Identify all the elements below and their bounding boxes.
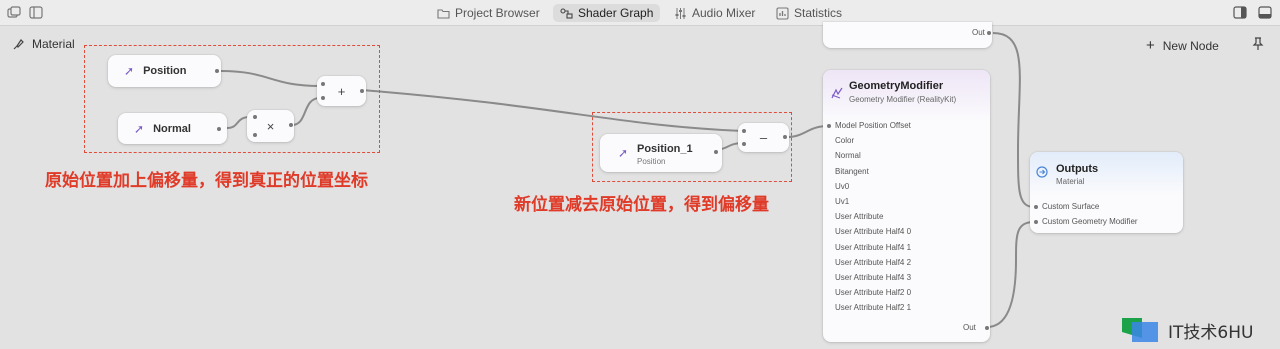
output-port[interactable] bbox=[360, 89, 364, 93]
multiply-node[interactable]: × bbox=[247, 110, 294, 142]
out-label: Out bbox=[972, 28, 985, 37]
output-arrow-icon bbox=[1036, 166, 1048, 178]
multiply-symbol: × bbox=[266, 118, 275, 134]
geometry-input-port-label: User Attribute Half4 3 bbox=[835, 273, 912, 282]
node-subtitle: Geometry Modifier (RealityKit) bbox=[849, 95, 957, 104]
out-label: Out bbox=[963, 323, 976, 332]
annotation-left-text: 原始位置加上偏移量，得到真正的位置坐标 bbox=[45, 171, 368, 191]
statistics-icon bbox=[776, 6, 789, 20]
input-port[interactable] bbox=[827, 124, 831, 128]
tab-label: Statistics bbox=[794, 6, 843, 20]
audio-mixer-icon bbox=[675, 7, 686, 19]
geometry-input-port-label: User Attribute bbox=[835, 212, 884, 222]
position-node[interactable]: ➚ Position bbox=[108, 55, 221, 87]
watermark-logo-icon bbox=[1122, 318, 1158, 342]
normal-node[interactable]: ➚ Normal bbox=[118, 113, 227, 144]
watermark-text: IT技术6HU bbox=[1168, 322, 1254, 343]
add-symbol: + bbox=[337, 83, 346, 99]
wire-geometry-outputs bbox=[986, 221, 1035, 328]
output-port[interactable] bbox=[215, 69, 219, 73]
wire-surface-outputs bbox=[992, 32, 1035, 208]
tab-label: Project Browser bbox=[455, 6, 540, 20]
arrow-icon: ➚ bbox=[134, 121, 145, 136]
geometry-input-port-label: Bitangent bbox=[835, 166, 869, 176]
breadcrumb[interactable]: Material bbox=[12, 37, 75, 51]
inspector-toggle-icon[interactable] bbox=[1233, 6, 1247, 19]
bottom-panel-toggle-icon[interactable] bbox=[1258, 6, 1272, 19]
output-port[interactable] bbox=[289, 123, 293, 127]
geometry-modifier-node[interactable]: GeometryModifier Geometry Modifier (Real… bbox=[823, 70, 990, 342]
material-label: Material bbox=[32, 37, 75, 51]
output-port[interactable] bbox=[783, 135, 787, 139]
geometry-input-port-label: Color bbox=[835, 136, 855, 146]
node-label: Position bbox=[143, 65, 187, 77]
geometry-input-port-label: Normal bbox=[835, 151, 861, 161]
port-custom-geometry-modifier: Custom Geometry Modifier bbox=[1042, 217, 1138, 226]
node-subtitle: Material bbox=[1056, 177, 1085, 186]
position-1-node[interactable]: ➚ Position_1 Position bbox=[600, 134, 722, 172]
input-port[interactable] bbox=[1034, 205, 1038, 209]
tab-project-browser[interactable]: Project Browser bbox=[430, 4, 547, 22]
input-port[interactable] bbox=[321, 96, 325, 100]
pin-icon[interactable] bbox=[1252, 37, 1264, 51]
input-port[interactable] bbox=[321, 82, 325, 86]
annotation-right-text: 新位置减去原始位置，得到偏移量 bbox=[514, 195, 769, 215]
new-node-button[interactable]: + New Node bbox=[1146, 37, 1219, 54]
wire-subtract-geometry bbox=[786, 125, 829, 138]
tab-label: Audio Mixer bbox=[692, 6, 756, 20]
surface-node[interactable]: Out bbox=[823, 22, 992, 48]
output-port[interactable] bbox=[985, 326, 989, 330]
tab-statistics[interactable]: Statistics bbox=[769, 4, 849, 22]
add-node[interactable]: + bbox=[317, 76, 366, 106]
geometry-input-port-label: User Attribute Half4 1 bbox=[835, 242, 912, 252]
input-port[interactable] bbox=[253, 115, 257, 119]
node-subtitle: Position bbox=[637, 157, 666, 166]
geometry-input-port-label: Model Position Offset bbox=[835, 121, 911, 130]
tab-audio-mixer[interactable]: Audio Mixer bbox=[667, 4, 762, 22]
input-port[interactable] bbox=[742, 142, 746, 146]
arrow-icon: ➚ bbox=[124, 64, 135, 78]
tab-label: Shader Graph bbox=[578, 6, 654, 20]
top-tab-bar: Project Browser Shader Graph Audio Mixer… bbox=[0, 0, 1280, 26]
geometry-input-port-label: User Attribute Half4 2 bbox=[835, 257, 912, 267]
outputs-node[interactable]: Outputs Material Custom Surface Custom G… bbox=[1030, 152, 1183, 233]
output-port[interactable] bbox=[217, 127, 221, 131]
folder-icon bbox=[437, 8, 450, 19]
sidebar-toggle-icon[interactable] bbox=[29, 6, 43, 19]
output-port[interactable] bbox=[714, 150, 718, 154]
geometry-input-port-label: User Attribute Half2 0 bbox=[835, 288, 912, 298]
geometry-input-port-label: User Attribute Half2 1 bbox=[835, 303, 912, 313]
input-port[interactable] bbox=[253, 133, 257, 137]
node-label: Normal bbox=[153, 122, 191, 135]
brush-icon bbox=[13, 38, 24, 49]
node-title: GeometryModifier bbox=[849, 80, 944, 92]
input-port[interactable] bbox=[1034, 220, 1038, 224]
geometry-input-port-label: User Attribute Half4 0 bbox=[835, 227, 912, 237]
subtract-node[interactable]: – bbox=[738, 123, 789, 152]
node-title: Outputs bbox=[1056, 163, 1099, 175]
subtract-symbol: – bbox=[759, 130, 768, 145]
shader-graph-icon bbox=[560, 7, 573, 19]
geometry-input-port-label: Uv1 bbox=[835, 197, 850, 206]
new-node-label: New Node bbox=[1162, 38, 1219, 53]
port-custom-surface: Custom Surface bbox=[1042, 202, 1100, 211]
plus-icon: + bbox=[1146, 37, 1155, 54]
input-port[interactable] bbox=[742, 129, 746, 133]
output-port[interactable] bbox=[987, 31, 991, 35]
node-label: Position_1 bbox=[637, 143, 693, 155]
arrow-icon: ➚ bbox=[618, 146, 629, 160]
tab-shader-graph[interactable]: Shader Graph bbox=[553, 4, 661, 22]
window-icon[interactable] bbox=[7, 6, 21, 19]
geometry-input-port-label: Uv0 bbox=[835, 181, 850, 191]
geometry-icon bbox=[831, 87, 843, 99]
watermark: IT技术6HU bbox=[1120, 316, 1253, 344]
node-header bbox=[1030, 152, 1183, 196]
